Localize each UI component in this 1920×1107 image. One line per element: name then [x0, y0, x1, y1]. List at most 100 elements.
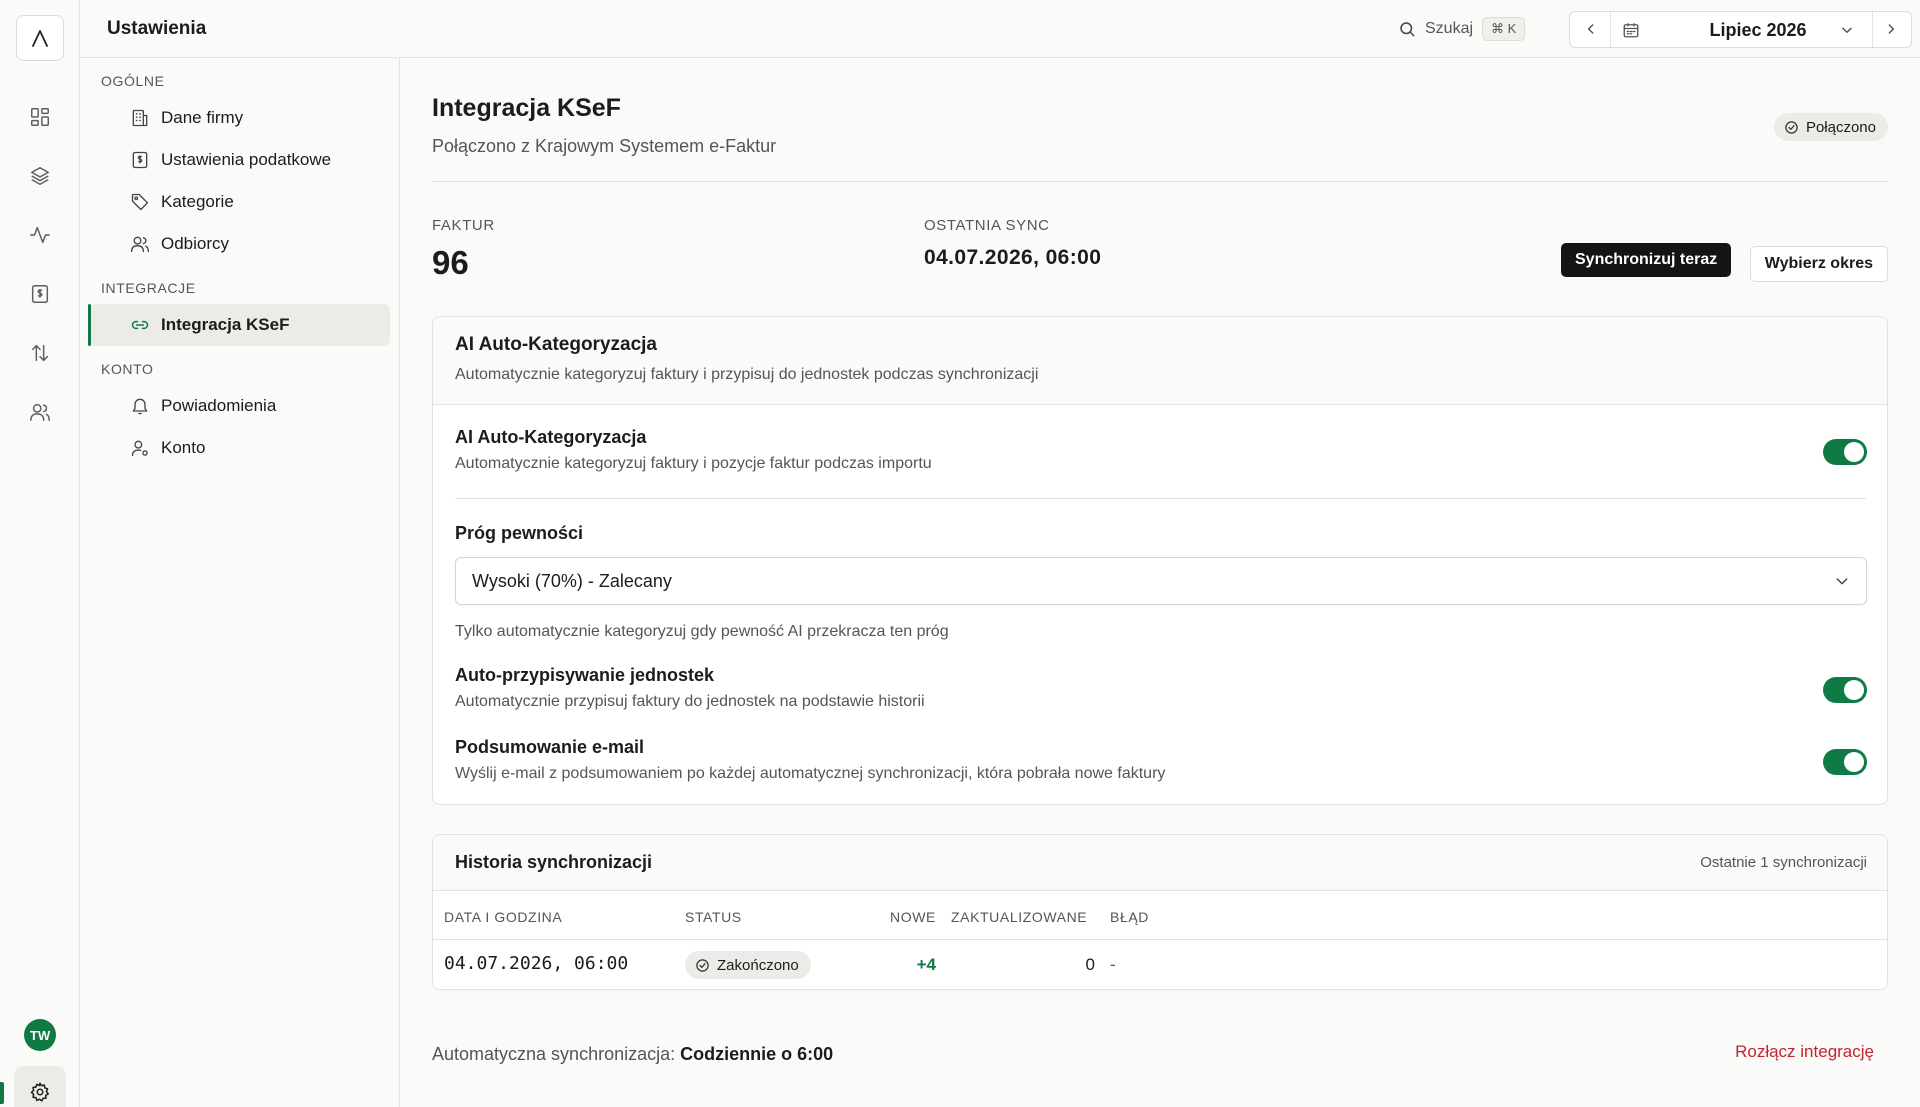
- history-title: Historia synchronizacji: [455, 852, 653, 872]
- invoice-icon: [132, 151, 148, 169]
- row-error: -: [1110, 955, 1116, 974]
- period-label: Lipiec 2026: [1709, 20, 1807, 40]
- row-status-label: Zakończono: [717, 956, 799, 974]
- invoices-label: FAKTUR: [432, 217, 495, 234]
- sync-now-button[interactable]: Synchronizuj teraz: [1561, 243, 1732, 277]
- status-label: Połączono: [1805, 118, 1876, 136]
- nav-item-label: Odbiorcy: [161, 234, 230, 253]
- users-icon[interactable]: [26, 398, 54, 426]
- nav-item-account[interactable]: Konto: [90, 427, 390, 469]
- link-icon: [131, 320, 149, 330]
- nav-section-account: KONTO: [101, 361, 154, 377]
- divider: [1872, 12, 1873, 47]
- chevron-right-icon[interactable]: [1884, 22, 1898, 36]
- activity-icon[interactable]: [26, 221, 54, 249]
- layers-icon[interactable]: [26, 162, 54, 190]
- user-gear-icon: [131, 440, 148, 457]
- row-datetime: 04.07.2026, 06:00: [444, 953, 629, 974]
- search-icon: [1400, 22, 1415, 37]
- gear-icon: [30, 1082, 50, 1102]
- row-updated: 0: [1085, 955, 1095, 974]
- auto-cat-title: AI Auto-Kategoryzacja: [455, 427, 647, 447]
- col-header-status: STATUS: [685, 909, 742, 925]
- check-circle-icon: [1785, 120, 1798, 134]
- nav-item-label: Kategorie: [161, 192, 234, 211]
- nav-item-label: Dane firmy: [161, 108, 244, 127]
- search-label: Szukaj: [1425, 20, 1474, 37]
- status-badge: Połączono: [1773, 113, 1888, 141]
- search-shortcut: ⌘ K: [1482, 17, 1526, 41]
- nav-item-ksef[interactable]: Integracja KSeF: [88, 304, 390, 346]
- col-header-error: BŁĄD: [1110, 909, 1149, 925]
- nav-item-categories[interactable]: Kategorie: [90, 181, 390, 223]
- divider: [1610, 12, 1611, 47]
- chevron-down-icon[interactable]: [1840, 23, 1854, 37]
- nav-item-label: Powiadomienia: [161, 396, 277, 415]
- divider: [433, 939, 1887, 940]
- last-sync-label: OSTATNIA SYNC: [924, 217, 1050, 234]
- nav-item-company[interactable]: Dane firmy: [90, 97, 390, 139]
- sync-history-card: Historia synchronizacji Ostatnie 1 synch…: [432, 834, 1888, 990]
- search-button[interactable]: Szukaj ⌘ K: [1398, 14, 1526, 44]
- col-header-updated: ZAKTUALIZOWANE: [951, 909, 1088, 925]
- user-avatar[interactable]: TW: [24, 1019, 56, 1051]
- page-title: Integracja KSeF: [432, 94, 621, 122]
- units-desc: Automatycznie przypisuj faktury do jedno…: [455, 693, 925, 710]
- divider: [432, 181, 1888, 182]
- logo-icon: [32, 30, 48, 47]
- settings-nav: OGÓLNE Dane firmy Ustawienia podatkowe K…: [80, 58, 400, 1107]
- last-sync-value: 04.07.2026, 06:00: [924, 246, 1102, 269]
- nav-item-recipients[interactable]: Odbiorcy: [90, 223, 390, 265]
- check-circle-icon: [696, 958, 709, 972]
- nav-item-label: Konto: [161, 438, 206, 457]
- building-icon: [132, 109, 148, 127]
- top-bar: Ustawienia Szukaj ⌘ K Lipiec 2026: [80, 0, 1920, 58]
- threshold-label: Próg pewności: [455, 523, 584, 543]
- card-title: AI Auto-Kategoryzacja: [455, 334, 657, 355]
- chevron-down-icon: [1834, 573, 1850, 589]
- threshold-hint: Tylko automatycznie kategoryzuj gdy pewn…: [455, 623, 949, 640]
- col-header-new: NOWE: [890, 909, 936, 925]
- auto-cat-toggle[interactable]: [1823, 439, 1867, 465]
- units-title: Auto-przypisywanie jednostek: [455, 665, 715, 685]
- active-indicator: [0, 1082, 4, 1104]
- threshold-select[interactable]: Wysoki (70%) - Zalecany: [455, 557, 1867, 605]
- calendar-icon: [1622, 21, 1640, 39]
- invoice-icon[interactable]: [26, 280, 54, 308]
- row-status-badge: Zakończono: [685, 951, 811, 979]
- invoices-value: 96: [432, 244, 469, 281]
- disconnect-link[interactable]: Rozłącz integrację: [1735, 1042, 1874, 1062]
- choose-period-button[interactable]: Wybierz okres: [1749, 246, 1888, 282]
- tag-icon: [131, 193, 149, 211]
- auto-cat-desc: Automatycznie kategoryzuj faktury i pozy…: [455, 455, 932, 472]
- page-subtitle: Połączono z Krajowym Systemem e-Faktur: [432, 136, 777, 156]
- card-header: AI Auto-Kategoryzacja Automatycznie kate…: [433, 317, 1887, 405]
- email-toggle[interactable]: [1823, 749, 1867, 775]
- app-logo[interactable]: [16, 15, 64, 61]
- threshold-value: Wysoki (70%) - Zalecany: [472, 571, 672, 591]
- chevron-left-icon[interactable]: [1584, 22, 1598, 36]
- col-header-datetime: DATA I GODZINA: [444, 909, 563, 925]
- email-desc: Wyślij e-mail z podsumowaniem po każdej …: [455, 765, 1166, 782]
- auto-sync-value: Codziennie o 6:00: [680, 1044, 834, 1064]
- period-picker[interactable]: Lipiec 2026: [1569, 11, 1912, 48]
- card-subtitle: Automatycznie kategoryzuj faktury i przy…: [455, 366, 1039, 383]
- divider: [455, 498, 1866, 499]
- users-icon: [131, 236, 149, 253]
- nav-item-notifications[interactable]: Powiadomienia: [90, 385, 390, 427]
- header-title: Ustawienia: [107, 18, 207, 39]
- transfers-icon[interactable]: [26, 339, 54, 367]
- auto-sync-label: Automatyczna synchronizacja:: [432, 1044, 681, 1064]
- units-toggle[interactable]: [1823, 677, 1867, 703]
- nav-item-label: Ustawienia podatkowe: [161, 150, 332, 169]
- settings-button[interactable]: [14, 1066, 66, 1107]
- history-meta: Ostatnie 1 synchronizacji: [1700, 854, 1867, 871]
- email-title: Podsumowanie e-mail: [455, 737, 645, 757]
- dashboard-icon[interactable]: [26, 103, 54, 131]
- history-header: Historia synchronizacji Ostatnie 1 synch…: [433, 835, 1887, 891]
- nav-section-general: OGÓLNE: [101, 73, 165, 89]
- nav-item-tax[interactable]: Ustawienia podatkowe: [90, 139, 390, 181]
- nav-item-label: Integracja KSeF: [161, 315, 290, 334]
- nav-section-integrations: INTEGRACJE: [101, 280, 196, 296]
- ai-categorization-card: AI Auto-Kategoryzacja Automatycznie kate…: [432, 316, 1888, 805]
